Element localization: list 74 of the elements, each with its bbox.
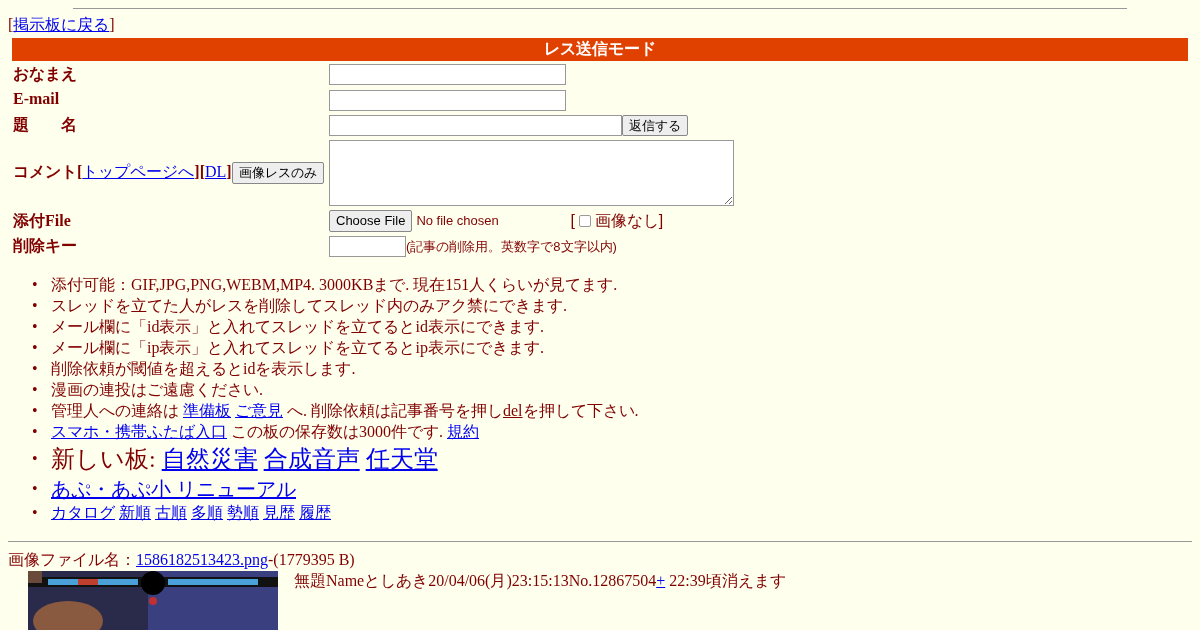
bullet: • xyxy=(32,359,38,380)
subject-field[interactable] xyxy=(329,115,622,137)
notice-text: 管理人への連絡は xyxy=(51,402,179,420)
bracket: [ xyxy=(199,163,205,181)
notice-text: 削除依頼が閾値を超えるとidを表示します. xyxy=(51,360,356,378)
bracket: [ xyxy=(570,211,575,229)
delete-key-field[interactable] xyxy=(329,236,406,258)
post-header: 無題Nameとしあき20/04/06(月)23:15:13No.12867504 xyxy=(294,572,657,590)
comment-link[interactable]: DL xyxy=(205,163,227,181)
notice-link[interactable]: 規約 xyxy=(447,423,479,441)
email-field[interactable] xyxy=(329,89,566,111)
field-label: E-mail xyxy=(13,90,60,108)
notice-link[interactable]: 新順 xyxy=(119,504,151,522)
bullet: • xyxy=(32,503,38,524)
notice-link[interactable]: 合成音声 xyxy=(263,446,360,473)
notice-text: 新しい板: xyxy=(51,446,156,473)
bullet: • xyxy=(32,275,38,296)
image-only-button[interactable]: 画像レスのみ xyxy=(231,162,324,184)
delete-hint: (記事の削除用。英数字で8文字以内) xyxy=(406,238,617,254)
notice-link[interactable]: 多順 xyxy=(191,504,223,522)
notice-text: メール欄に「ip表示」と入れてスレッドを立てるとip表示にできます. xyxy=(51,339,544,357)
bracket: ] xyxy=(226,163,232,181)
field-label: おなまえ xyxy=(13,64,77,82)
notice-text: この板の保存数は3000件です. xyxy=(231,423,443,441)
file-link[interactable]: 1586182513423.png xyxy=(136,551,268,569)
bullet: • xyxy=(32,449,38,470)
back-link[interactable]: 掲示板に戻る xyxy=(13,16,110,33)
notice-link[interactable]: 準備板 xyxy=(183,402,231,420)
notice-link[interactable]: スマホ・携帯ふたば入口 xyxy=(51,423,227,441)
field-label: 題 名 xyxy=(13,116,77,133)
plus-link[interactable]: + xyxy=(656,572,666,590)
choose-file-button[interactable]: Choose File xyxy=(329,210,413,232)
notice-text: del xyxy=(503,402,523,420)
notice-link[interactable]: 任天堂 xyxy=(365,446,438,473)
no-image-checkbox[interactable] xyxy=(578,214,591,227)
comment-field[interactable] xyxy=(329,140,734,207)
notice-link[interactable]: 見歴 xyxy=(263,504,295,522)
notice-link[interactable]: 勢順 xyxy=(227,504,259,522)
field-label: 添付File xyxy=(13,211,71,229)
bullet: • xyxy=(32,380,38,401)
bullet: • xyxy=(32,479,38,500)
file-label: 画像ファイル名： xyxy=(8,551,136,569)
bracket: [ xyxy=(77,163,83,181)
bracket: ] xyxy=(658,211,664,229)
notice-link[interactable]: 古順 xyxy=(155,504,187,522)
expiry-text: 22:39頃消えます xyxy=(669,572,786,590)
bracket: ] xyxy=(194,163,200,181)
name-field[interactable] xyxy=(329,64,566,86)
bracket: [ xyxy=(8,16,14,33)
comment-link[interactable]: トップページへ xyxy=(82,163,195,181)
form-header: レス送信モード xyxy=(12,37,1188,61)
bullet: • xyxy=(32,401,38,422)
file-size: -(1779395 B) xyxy=(268,551,355,569)
checkbox-label: 画像なし xyxy=(594,211,659,229)
notice-text: を押して下さい. xyxy=(522,402,639,420)
notice-link[interactable]: 履歴 xyxy=(299,504,331,522)
notice-text: 漫画の連投はご遠慮ください. xyxy=(51,381,263,399)
bullet: • xyxy=(32,296,38,317)
notice-link[interactable]: 自然災害 xyxy=(161,446,258,473)
notice-text: メール欄に「id表示」と入れてスレッドを立てるとid表示にできます. xyxy=(51,318,544,336)
bullet: • xyxy=(32,422,38,443)
field-label: コメント xyxy=(13,163,77,181)
bracket: ] xyxy=(109,16,115,33)
notice-text: 添付可能：GIF,JPG,PNG,WEBM,MP4. 3000KBまで. 現在151人くらいが見てます. xyxy=(51,276,618,294)
reply-button[interactable]: 返信する xyxy=(622,114,688,137)
notice-text: へ. 削除依頼は記事番号を押し xyxy=(287,402,503,420)
notice-link[interactable]: あぷ・あぷ小 リニューアル xyxy=(51,478,296,501)
bullet: • xyxy=(32,338,38,359)
bullet: • xyxy=(32,317,38,338)
notice-text: スレッドを立てた人がレスを削除してスレッド内のみアク禁にできます. xyxy=(51,297,567,315)
field-label: 削除キー xyxy=(13,237,77,255)
file-status: No file chosen xyxy=(416,212,500,230)
notice-link[interactable]: カタログ xyxy=(51,504,115,522)
notice-link[interactable]: ご意見 xyxy=(235,402,283,420)
